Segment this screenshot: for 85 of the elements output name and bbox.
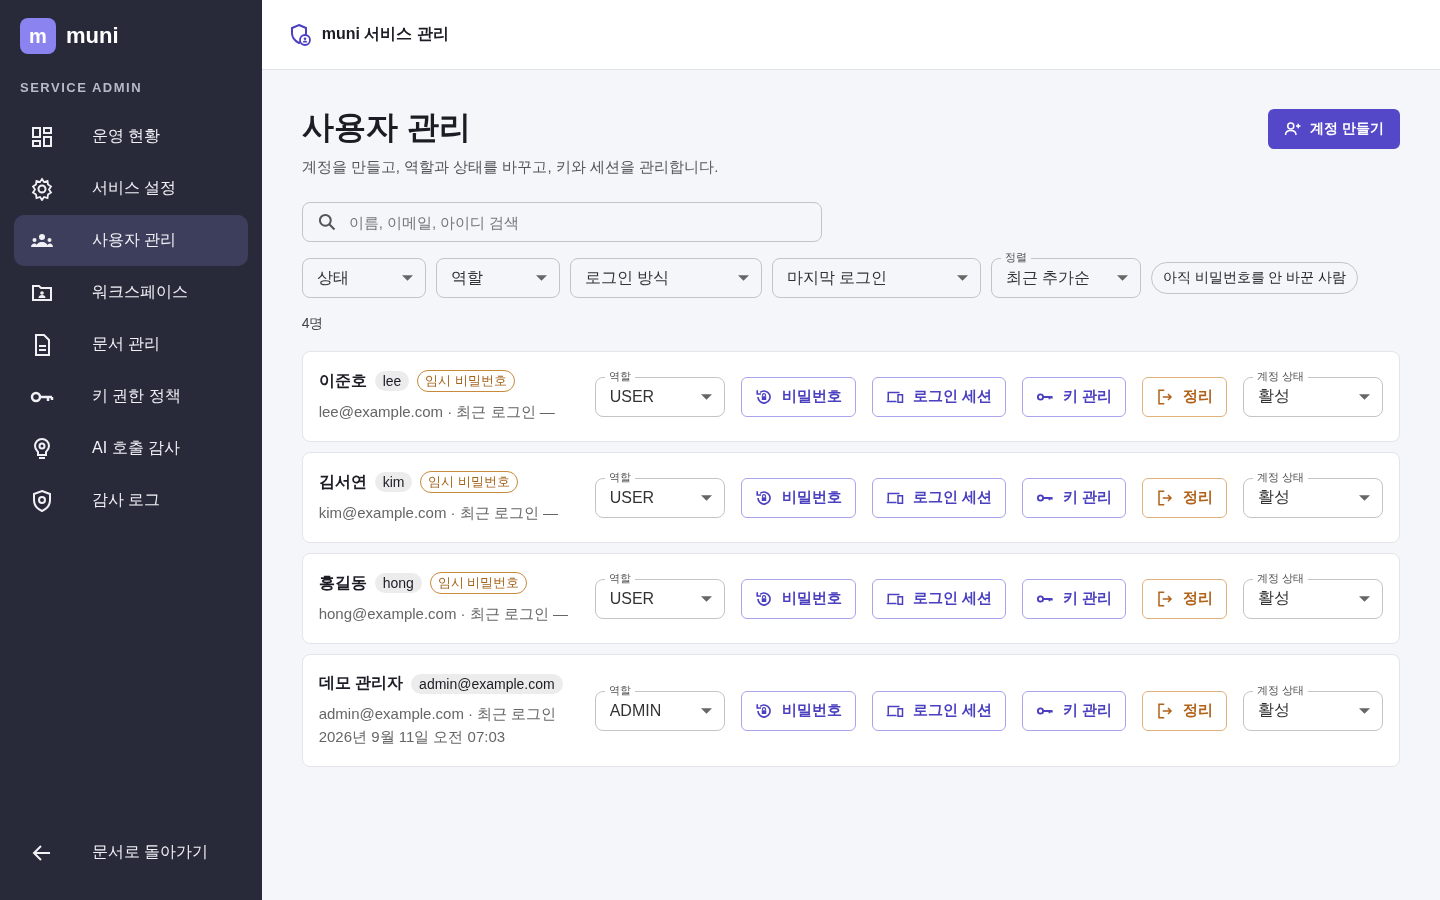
gear-icon	[30, 176, 54, 201]
page-subtitle: 계정을 만들고, 역할과 상태를 바꾸고, 키와 세션을 관리합니다.	[301, 158, 719, 177]
user-handle: admin@example.com	[411, 673, 563, 694]
sessions-button[interactable]: 로그인 세션	[871, 376, 1006, 417]
field-label: 정렬	[1000, 250, 1031, 264]
password-button[interactable]: 비밀번호	[740, 376, 856, 417]
exit-icon	[1156, 488, 1174, 507]
user-meta: hong@example.com · 최근 로그인 —	[318, 604, 569, 624]
field-label: 역할	[604, 469, 635, 484]
dropdown-caret-icon	[1359, 393, 1370, 400]
nav-item[interactable]: 감사 로그	[14, 475, 248, 526]
keys-button[interactable]: 키 관리	[1021, 690, 1126, 731]
brand-name: muni	[66, 23, 119, 49]
sessions-button[interactable]: 로그인 세션	[871, 690, 1006, 731]
field-label: 계정 상태	[1253, 368, 1309, 383]
field-label: 역할	[604, 682, 635, 697]
dropdown-caret-icon	[1359, 595, 1370, 602]
exit-icon	[1156, 701, 1174, 720]
nav-item[interactable]: 운영 현황	[14, 111, 248, 162]
user-name: 데모 관리자	[318, 673, 404, 693]
keys-button[interactable]: 키 관리	[1021, 376, 1126, 417]
grid-icon	[30, 124, 54, 149]
nav-item[interactable]: 워크스페이스	[14, 267, 248, 318]
filter-dropdown[interactable]: 로그인 방식	[569, 258, 762, 298]
user-handle: hong	[374, 573, 422, 593]
keys-button[interactable]: 키 관리	[1021, 578, 1126, 619]
nav-item[interactable]: 사용자 관리	[14, 215, 248, 266]
filter-dropdown[interactable]: 마지막 로그인	[771, 258, 981, 298]
user-handle: kim	[374, 472, 413, 492]
dropdown-caret-icon	[956, 275, 968, 281]
create-account-button[interactable]: 계정 만들기	[1268, 109, 1400, 149]
cleanup-button[interactable]: 정리	[1142, 690, 1227, 731]
field-label: 계정 상태	[1253, 469, 1309, 484]
field-label: 역할	[604, 368, 635, 383]
user-name: 김서연	[318, 471, 367, 492]
filter-dropdown[interactable]: 상태	[301, 258, 426, 298]
dropdown-caret-icon	[700, 707, 712, 714]
dropdown-caret-icon	[535, 275, 547, 281]
filter-chip[interactable]: 아직 비밀번호를 안 바꾼 사람	[1150, 262, 1359, 294]
user-meta: admin@example.com · 최근 로그인 2026년 9월 11일 오전 07:03	[318, 704, 558, 747]
logo-badge: m	[20, 18, 56, 54]
dropdown-caret-icon	[700, 494, 712, 501]
shield-icon	[30, 488, 54, 513]
app-title: muni 서비스 관리	[321, 24, 449, 44]
result-count: 4명	[301, 315, 325, 333]
password-button[interactable]: 비밀번호	[740, 578, 856, 619]
dropdown-caret-icon	[1359, 707, 1370, 714]
keys-button[interactable]: 키 관리	[1021, 477, 1126, 518]
cleanup-button[interactable]: 정리	[1142, 477, 1227, 518]
dropdown-caret-icon	[1116, 275, 1128, 281]
nav-item[interactable]: 서비스 설정	[14, 163, 248, 214]
nav-item[interactable]: 키 권한 정책	[14, 371, 248, 422]
field-label: 계정 상태	[1253, 682, 1309, 697]
filter-dropdown[interactable]: 역할	[435, 258, 560, 298]
nav-item[interactable]: 문서 관리	[14, 319, 248, 370]
exit-icon	[1156, 387, 1174, 406]
nav-item[interactable]: AI 호출 감사	[14, 423, 248, 474]
search-field[interactable]: 이름, 이메일, 아이디 검색	[301, 202, 822, 242]
cleanup-button[interactable]: 정리	[1142, 578, 1227, 619]
password-button[interactable]: 비밀번호	[740, 690, 856, 731]
field-label: 계정 상태	[1253, 570, 1309, 585]
dropdown-caret-icon	[737, 275, 749, 281]
lock-reset-icon	[754, 589, 773, 608]
user-meta: kim@example.com · 최근 로그인 —	[318, 503, 560, 523]
cleanup-button[interactable]: 정리	[1142, 376, 1227, 417]
section-label: SERVICE ADMIN	[20, 80, 144, 95]
back-link[interactable]: 문서로 돌아가기	[14, 827, 248, 878]
page-title: 사용자 관리	[301, 108, 472, 147]
password-button[interactable]: 비밀번호	[740, 477, 856, 518]
dropdown-caret-icon	[700, 595, 712, 602]
dropdown-caret-icon	[401, 275, 413, 281]
lock-reset-icon	[754, 488, 773, 507]
field-label: 역할	[604, 570, 635, 585]
lock-reset-icon	[754, 701, 773, 720]
sessions-button[interactable]: 로그인 세션	[871, 477, 1006, 518]
dropdown-caret-icon	[1359, 494, 1370, 501]
exit-icon	[1156, 589, 1174, 608]
user-handle: lee	[374, 371, 410, 391]
dropdown-caret-icon	[700, 393, 712, 400]
user-name: 홍길동	[318, 572, 367, 593]
user-name: 이준호	[318, 370, 367, 391]
lock-reset-icon	[754, 387, 773, 406]
sessions-button[interactable]: 로그인 세션	[871, 578, 1006, 619]
user-meta: lee@example.com · 최근 로그인 —	[318, 402, 556, 422]
add-user-icon	[1284, 120, 1303, 138]
